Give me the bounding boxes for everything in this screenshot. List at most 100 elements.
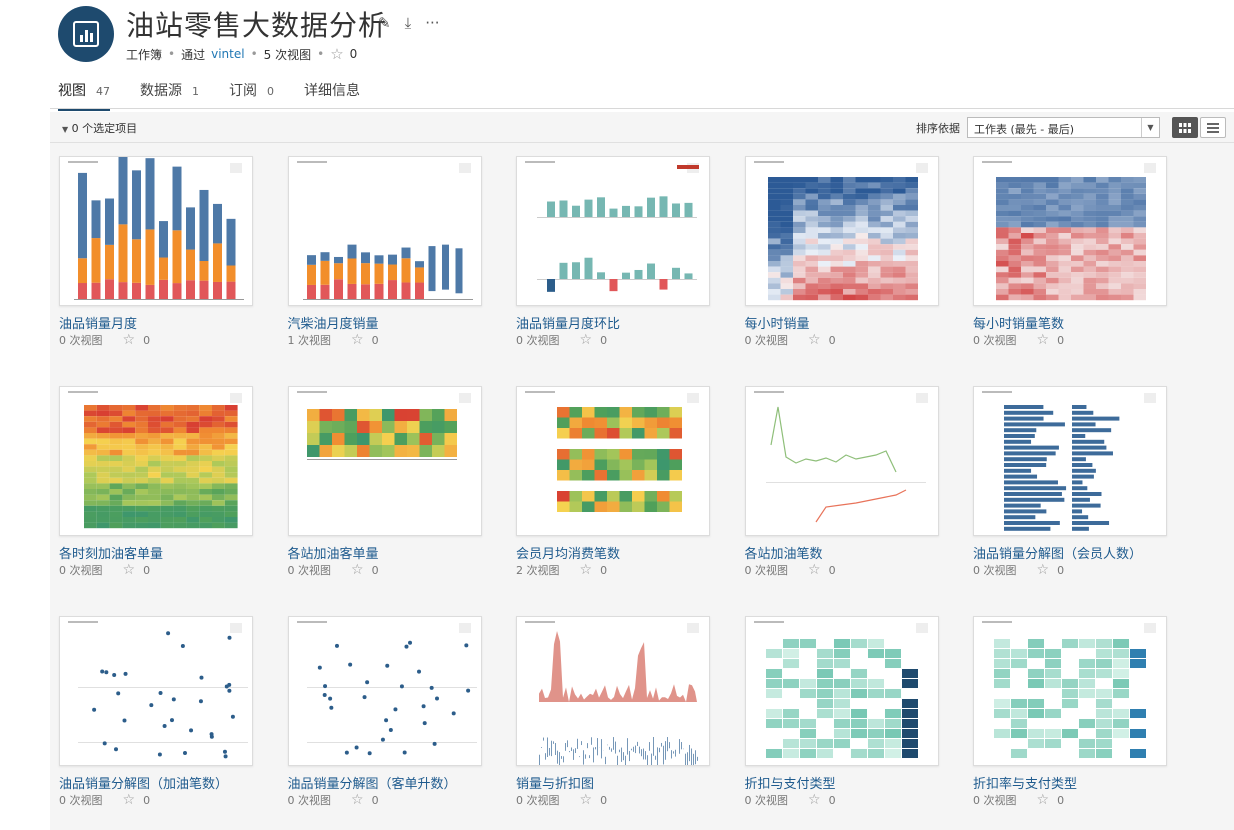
pencil-icon[interactable]: ✎ <box>378 14 391 32</box>
view-thumbnail[interactable] <box>744 616 939 766</box>
view-count: 0 次视图 <box>287 564 332 577</box>
view-card[interactable]: 油品销量分解图（会员人数） 0 次视图 ☆ 0 <box>973 386 1173 578</box>
view-count: 1 次视图 <box>287 334 332 347</box>
view-card[interactable]: 折扣与支付类型 0 次视图 ☆ 0 <box>744 616 945 808</box>
view-meta: 0 次视图 ☆ 0 <box>516 792 607 808</box>
thumbnail-chart <box>296 391 471 460</box>
view-card[interactable]: 折扣率与支付类型 0 次视图 ☆ 0 <box>973 616 1173 808</box>
favorite-toggle[interactable]: ☆ 0 <box>351 562 379 578</box>
view-count: 0 次视图 <box>59 794 103 807</box>
view-title[interactable]: 各站加油笔数 <box>745 543 823 562</box>
tab-count: 1 <box>192 85 199 98</box>
favorite-toggle[interactable]: ☆ 0 <box>123 792 151 808</box>
star-icon: ☆ <box>122 562 136 578</box>
sort-select[interactable]: 工作表 (最先 - 最后) ▼ <box>967 117 1160 138</box>
tab-details[interactable]: 详细信息 <box>304 80 360 111</box>
view-card[interactable]: 油品销量分解图（客单升数） 0 次视图 ☆ 0 <box>287 616 488 808</box>
view-thumbnail[interactable] <box>973 386 1167 536</box>
view-title[interactable]: 折扣率与支付类型 <box>973 773 1077 792</box>
view-thumbnail[interactable] <box>287 386 482 536</box>
grid-view-button[interactable] <box>1172 117 1198 138</box>
via-label: 通过 <box>181 47 206 62</box>
tab-label: 视图 <box>58 83 86 99</box>
favorite-toggle[interactable]: ☆ 0 <box>808 562 836 578</box>
view-thumbnail[interactable] <box>973 156 1167 306</box>
tab-label: 数据源 <box>140 83 182 99</box>
view-card[interactable]: 会员月均消费笔数 2 次视图 ☆ 0 <box>516 386 716 578</box>
view-card[interactable]: 每小时销量 0 次视图 ☆ 0 <box>744 156 945 348</box>
view-title[interactable]: 折扣与支付类型 <box>745 773 836 792</box>
view-title[interactable]: 油品销量分解图（客单升数） <box>288 773 457 792</box>
view-thumbnail[interactable] <box>516 156 710 306</box>
tab-views[interactable]: 视图 47 <box>58 80 110 111</box>
owner-link[interactable]: vintel <box>211 47 244 61</box>
view-title[interactable]: 各时刻加油客单量 <box>59 543 163 562</box>
selection-toggle[interactable]: ▼ 0 个选定项目 <box>62 120 137 136</box>
favorite-toggle[interactable]: ☆ 0 <box>123 562 151 578</box>
favorite-toggle[interactable]: ☆ 0 <box>1037 792 1065 808</box>
star-icon: ☆ <box>579 332 593 348</box>
favorite-toggle[interactable]: ☆ 0 <box>808 332 836 348</box>
star-icon[interactable]: ☆ <box>330 45 343 63</box>
view-title[interactable]: 销量与折扣图 <box>516 773 594 792</box>
star-icon: ☆ <box>122 792 136 808</box>
favorite-toggle[interactable]: ☆ 0 <box>351 792 379 808</box>
view-card[interactable]: 销量与折扣图 0 次视图 ☆ 0 <box>516 616 716 808</box>
view-card[interactable]: 每小时销量笔数 0 次视图 ☆ 0 <box>973 156 1173 348</box>
view-meta: 0 次视图 ☆ 0 <box>288 792 379 808</box>
view-thumbnail[interactable] <box>59 616 253 766</box>
view-card[interactable]: 油品销量月度 0 次视图 ☆ 0 <box>59 156 259 348</box>
favorite-toggle[interactable]: ☆ 0 <box>580 792 608 808</box>
caret-down-icon: ▼ <box>62 125 69 134</box>
favorite-toggle[interactable]: ☆ 0 <box>808 792 836 808</box>
view-card[interactable]: 油品销量月度环比 0 次视图 ☆ 0 <box>516 156 716 348</box>
view-card[interactable]: 油品销量分解图（加油笔数） 0 次视图 ☆ 0 <box>59 616 259 808</box>
view-title[interactable]: 汽柴油月度销量 <box>288 313 379 332</box>
view-thumbnail[interactable] <box>744 386 939 536</box>
view-title[interactable]: 油品销量分解图（会员人数） <box>973 543 1142 562</box>
view-title[interactable]: 每小时销量笔数 <box>973 313 1064 332</box>
view-count: 0 次视图 <box>973 794 1017 807</box>
view-title[interactable]: 各站加油客单量 <box>288 543 379 562</box>
view-card[interactable]: 各站加油笔数 0 次视图 ☆ 0 <box>744 386 945 578</box>
favorite-toggle[interactable]: ☆ 0 <box>351 332 379 348</box>
tab-label: 订阅 <box>229 83 257 99</box>
view-title[interactable]: 油品销量月度 <box>59 313 137 332</box>
view-thumbnail[interactable] <box>744 156 939 306</box>
favorite-toggle[interactable]: ☆ 0 <box>1037 332 1065 348</box>
view-thumbnail[interactable] <box>287 616 482 766</box>
view-thumbnail[interactable] <box>287 156 482 306</box>
view-card[interactable]: 各站加油客单量 0 次视图 ☆ 0 <box>287 386 488 578</box>
view-thumbnail[interactable] <box>973 616 1167 766</box>
view-title[interactable]: 油品销量月度环比 <box>516 313 620 332</box>
favorite-toggle[interactable]: ☆ 0 <box>123 332 151 348</box>
title-actions: ✎ ⤓ ··· <box>378 14 440 32</box>
more-icon[interactable]: ··· <box>425 14 439 32</box>
view-title[interactable]: 会员月均消费笔数 <box>516 543 620 562</box>
view-thumbnail[interactable] <box>59 386 253 536</box>
tab-subscriptions[interactable]: 订阅 0 <box>229 80 274 111</box>
workbook-meta: 工作簿 • 通过 vintel • 5 次视图 • ☆ 0 <box>126 45 357 63</box>
view-thumbnail[interactable] <box>516 386 710 536</box>
star-icon: ☆ <box>808 562 821 578</box>
view-title[interactable]: 油品销量分解图（加油笔数） <box>59 773 228 792</box>
star-icon: ☆ <box>808 332 821 348</box>
view-thumbnail[interactable] <box>59 156 253 306</box>
view-card[interactable]: 汽柴油月度销量 1 次视图 ☆ 0 <box>287 156 488 348</box>
favorite-toggle[interactable]: ☆ 0 <box>580 332 608 348</box>
thumbnail-chart <box>525 161 699 292</box>
favorite-toggle[interactable]: ☆ 0 <box>1037 562 1065 578</box>
favorite-count: 0 <box>143 333 151 347</box>
view-count: 0 次视图 <box>973 564 1017 577</box>
view-title[interactable]: 每小时销量 <box>745 313 810 332</box>
favorite-toggle[interactable]: ☆ 0 <box>580 562 608 578</box>
tab-datasources[interactable]: 数据源 1 <box>140 80 199 111</box>
view-thumbnail[interactable] <box>516 616 710 766</box>
download-icon[interactable]: ⤓ <box>405 14 412 32</box>
view-card[interactable]: 各时刻加油客单量 0 次视图 ☆ 0 <box>59 386 259 578</box>
list-view-button[interactable] <box>1200 117 1226 138</box>
tab-count: 0 <box>267 85 274 98</box>
view-meta: 0 次视图 ☆ 0 <box>973 562 1064 578</box>
star-icon: ☆ <box>351 332 364 348</box>
view-count: 0 次视图 <box>744 564 789 577</box>
